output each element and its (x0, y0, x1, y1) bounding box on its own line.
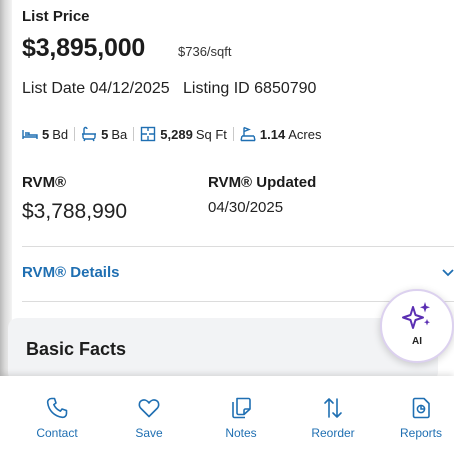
chevron-down-icon[interactable] (442, 268, 454, 278)
fact-divider (133, 127, 135, 141)
bathtub-icon (82, 126, 97, 142)
ai-button-label: AI (412, 336, 422, 347)
reports-button[interactable]: Reports (386, 376, 454, 454)
notes-icon (232, 397, 251, 419)
list-date-and-id: List Date 04/12/2025 Listing ID 6850790 (22, 80, 317, 97)
bed-icon (22, 130, 38, 139)
rvm-value: $3,788,990 (22, 200, 128, 223)
acres-fact: 1.14 Acres (240, 126, 322, 142)
sqft-fact: 5,289 Sq Ft (140, 126, 227, 142)
sqft-unit: Sq Ft (195, 126, 227, 142)
heart-icon (138, 399, 160, 418)
baths-value: 5 (101, 126, 109, 142)
acres-value: 1.14 (259, 126, 286, 142)
reorder-arrows-icon (324, 398, 342, 418)
contact-button[interactable]: Contact (22, 376, 92, 454)
reports-label: Reports (399, 426, 443, 440)
listing-detail-screen: List Price $3,895,000 $736/sqft List Dat… (0, 0, 454, 454)
price-per-sqft: $736/sqft (178, 44, 232, 59)
rvm-updated-value: 04/30/2025 (208, 199, 284, 216)
rvm-label: RVM® (22, 174, 67, 191)
lot-icon (240, 126, 256, 142)
baths-fact: 5 Ba (81, 126, 127, 142)
ai-assistant-button[interactable]: AI (380, 289, 454, 363)
save-label: Save (135, 426, 163, 440)
notes-button[interactable]: Notes (206, 376, 276, 454)
fact-divider (74, 127, 76, 141)
beds-unit: Bd (52, 126, 69, 142)
acres-unit: Acres (288, 126, 322, 142)
section-divider (22, 246, 454, 247)
reorder-label: Reorder (311, 426, 355, 440)
floorplan-icon (141, 126, 156, 142)
report-document-icon (412, 397, 430, 419)
list-price-label: List Price (22, 8, 90, 25)
rvm-details-link[interactable]: RVM® Details (22, 264, 119, 281)
reorder-button[interactable]: Reorder (298, 376, 368, 454)
save-button[interactable]: Save (114, 376, 184, 454)
contact-label: Contact (36, 426, 78, 440)
fact-divider (232, 127, 234, 141)
beds-value: 5 (42, 126, 50, 142)
bottom-action-bar: Contact Save Notes Reorder Reports (0, 376, 454, 454)
beds-fact: 5 Bd (22, 126, 68, 142)
sqft-value: 5,289 (160, 126, 193, 142)
list-price-value: $3,895,000 (22, 34, 146, 62)
sparkles-icon (402, 302, 430, 329)
baths-unit: Ba (111, 126, 128, 142)
basic-facts-title: Basic Facts (26, 339, 127, 359)
notes-label: Notes (225, 426, 257, 440)
phone-icon (46, 397, 68, 419)
property-facts-row: 5 Bd 5 Ba 5,289 Sq Ft 1.14 Acres (22, 126, 321, 142)
rvm-updated-label: RVM® Updated (208, 174, 317, 191)
